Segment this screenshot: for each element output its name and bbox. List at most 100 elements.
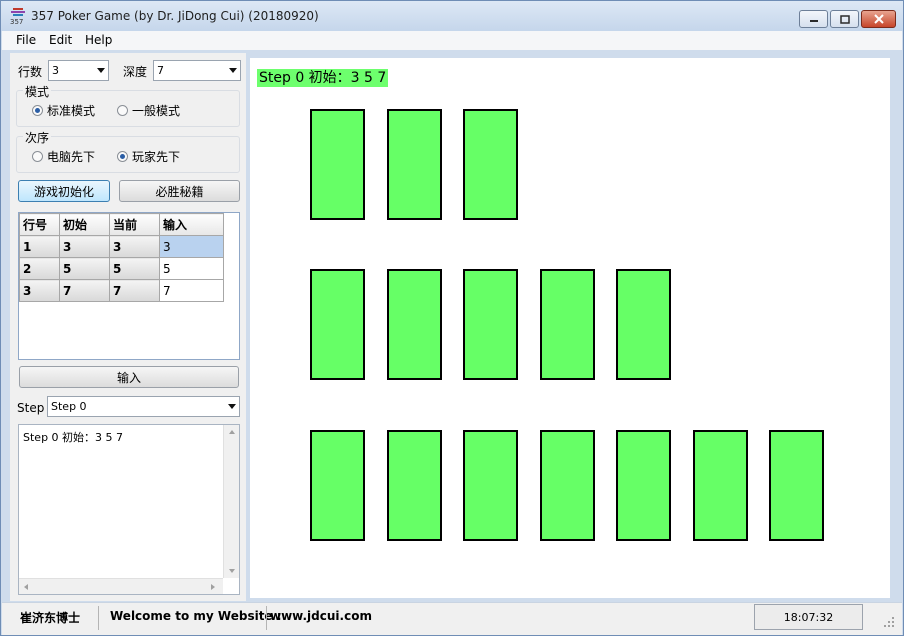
resize-grip-icon[interactable] bbox=[882, 615, 896, 629]
status-clock: 18:07:32 bbox=[754, 604, 863, 630]
radio-unselected-icon bbox=[32, 151, 43, 162]
mode-general-radio[interactable]: 一般模式 bbox=[117, 102, 180, 119]
cell-row-no: 1 bbox=[19, 235, 60, 258]
header-initial: 初始 bbox=[59, 213, 110, 236]
chevron-down-icon bbox=[228, 404, 236, 409]
header-row-no: 行号 bbox=[19, 213, 60, 236]
radio-selected-icon bbox=[32, 105, 43, 116]
order-player-first-radio[interactable]: 玩家先下 bbox=[117, 148, 180, 165]
header-input: 输入 bbox=[159, 213, 224, 236]
title-bar[interactable]: 357 357 Poker Game (by Dr. JiDong Cui) (… bbox=[1, 1, 903, 31]
poker-card[interactable] bbox=[387, 430, 442, 541]
cell-input[interactable]: 3 bbox=[159, 235, 224, 258]
cell-initial: 3 bbox=[59, 235, 110, 258]
poker-card[interactable] bbox=[769, 430, 824, 541]
depth-label: 深度 bbox=[123, 65, 148, 79]
status-separator bbox=[98, 606, 99, 630]
poker-card[interactable] bbox=[387, 109, 442, 220]
close-button[interactable] bbox=[861, 10, 896, 28]
cell-current: 7 bbox=[109, 279, 160, 302]
rows-select[interactable]: 3 bbox=[48, 60, 109, 81]
step-log-text: Step 0 初始：3 5 7 bbox=[23, 431, 124, 444]
status-time: 18:07:32 bbox=[783, 610, 834, 624]
poker-card[interactable] bbox=[540, 430, 595, 541]
rows-label: 行数 bbox=[18, 65, 43, 79]
cell-initial: 7 bbox=[59, 279, 110, 302]
status-bar: 崔济东博士 Welcome to my Website : www.jdcui.… bbox=[2, 602, 902, 635]
table-row: 2 5 5 5 bbox=[19, 257, 224, 280]
order-computer-first-radio[interactable]: 电脑先下 bbox=[32, 148, 95, 165]
control-panel: 行数 3 深度 7 模式 标准模式 一般模式 次序 电脑先下 玩家先下 游戏初始… bbox=[10, 53, 246, 601]
order-group-title: 次序 bbox=[23, 129, 52, 146]
winning-secret-button[interactable]: 必胜秘籍 bbox=[119, 180, 240, 202]
poker-card[interactable] bbox=[310, 269, 365, 380]
cell-current: 3 bbox=[109, 235, 160, 258]
maximize-button[interactable] bbox=[830, 10, 859, 28]
step-log-textarea[interactable]: Step 0 初始：3 5 7 bbox=[18, 424, 240, 595]
mode-general-label: 一般模式 bbox=[132, 104, 181, 118]
poker-card[interactable] bbox=[616, 430, 671, 541]
menu-help[interactable]: Help bbox=[85, 33, 112, 47]
vertical-scrollbar[interactable] bbox=[223, 425, 239, 578]
order-player-first-label: 玩家先下 bbox=[132, 150, 181, 164]
minimize-icon bbox=[809, 20, 818, 22]
input-button[interactable]: 输入 bbox=[19, 366, 239, 388]
status-author: 崔济东博士 bbox=[20, 611, 81, 625]
window-title: 357 Poker Game (by Dr. JiDong Cui) (2018… bbox=[31, 9, 319, 23]
mode-standard-label: 标准模式 bbox=[47, 104, 96, 118]
init-game-button[interactable]: 游戏初始化 bbox=[18, 180, 110, 202]
menu-edit[interactable]: Edit bbox=[49, 33, 72, 47]
poker-card[interactable] bbox=[463, 269, 518, 380]
cell-row-no: 2 bbox=[19, 257, 60, 280]
scroll-arrows-icon bbox=[24, 584, 215, 590]
cell-initial: 5 bbox=[59, 257, 110, 280]
cell-input[interactable]: 5 bbox=[159, 257, 224, 280]
close-icon bbox=[873, 14, 884, 24]
rows-table-grid: 行号 初始 当前 输入 1 3 3 3 2 5 5 5 3 7 7 7 bbox=[19, 213, 224, 302]
table-row: 3 7 7 7 bbox=[19, 279, 224, 302]
cell-current: 5 bbox=[109, 257, 160, 280]
app-icon: 357 bbox=[10, 8, 25, 25]
poker-card[interactable] bbox=[540, 269, 595, 380]
scroll-arrows-icon bbox=[229, 430, 235, 573]
chevron-down-icon bbox=[97, 68, 105, 73]
mode-group: 模式 标准模式 一般模式 bbox=[16, 83, 240, 127]
poker-card[interactable] bbox=[616, 269, 671, 380]
poker-card[interactable] bbox=[463, 109, 518, 220]
mode-standard-radio[interactable]: 标准模式 bbox=[32, 102, 95, 119]
order-computer-first-label: 电脑先下 bbox=[47, 150, 96, 164]
app-window: 357 357 Poker Game (by Dr. JiDong Cui) (… bbox=[0, 0, 904, 636]
horizontal-scrollbar[interactable] bbox=[19, 578, 223, 594]
radio-unselected-icon bbox=[117, 105, 128, 116]
step-label: Step bbox=[17, 401, 45, 415]
poker-card[interactable] bbox=[310, 430, 365, 541]
depth-select-value: 7 bbox=[157, 64, 164, 77]
rows-select-value: 3 bbox=[52, 64, 59, 77]
board-step-label: Step 0 初始：3 5 7 bbox=[257, 69, 389, 87]
cell-input[interactable]: 7 bbox=[159, 279, 224, 302]
rows-table: 行号 初始 当前 输入 1 3 3 3 2 5 5 5 3 7 7 7 bbox=[18, 212, 240, 360]
menu-bar: File Edit Help bbox=[2, 31, 902, 50]
status-website-link[interactable]: www.jdcui.com bbox=[270, 609, 372, 623]
status-separator bbox=[266, 606, 267, 630]
menu-file[interactable]: File bbox=[16, 33, 36, 47]
status-welcome: Welcome to my Website : bbox=[110, 609, 282, 623]
poker-card[interactable] bbox=[310, 109, 365, 220]
game-board: Step 0 初始：3 5 7 bbox=[250, 58, 890, 598]
order-group: 次序 电脑先下 玩家先下 bbox=[16, 129, 240, 173]
maximize-icon bbox=[839, 14, 850, 24]
mode-group-title: 模式 bbox=[23, 83, 52, 100]
depth-select[interactable]: 7 bbox=[153, 60, 241, 81]
header-current: 当前 bbox=[109, 213, 160, 236]
poker-card[interactable] bbox=[693, 430, 748, 541]
poker-card[interactable] bbox=[463, 430, 518, 541]
step-select[interactable]: Step 0 bbox=[47, 396, 240, 417]
minimize-button[interactable] bbox=[799, 10, 828, 28]
radio-selected-icon bbox=[117, 151, 128, 162]
poker-card[interactable] bbox=[387, 269, 442, 380]
step-select-value: Step 0 bbox=[51, 400, 87, 413]
table-header-row: 行号 初始 当前 输入 bbox=[19, 213, 224, 236]
table-row: 1 3 3 3 bbox=[19, 235, 224, 258]
app-icon-text: 357 bbox=[10, 18, 23, 25]
chevron-down-icon bbox=[229, 68, 237, 73]
